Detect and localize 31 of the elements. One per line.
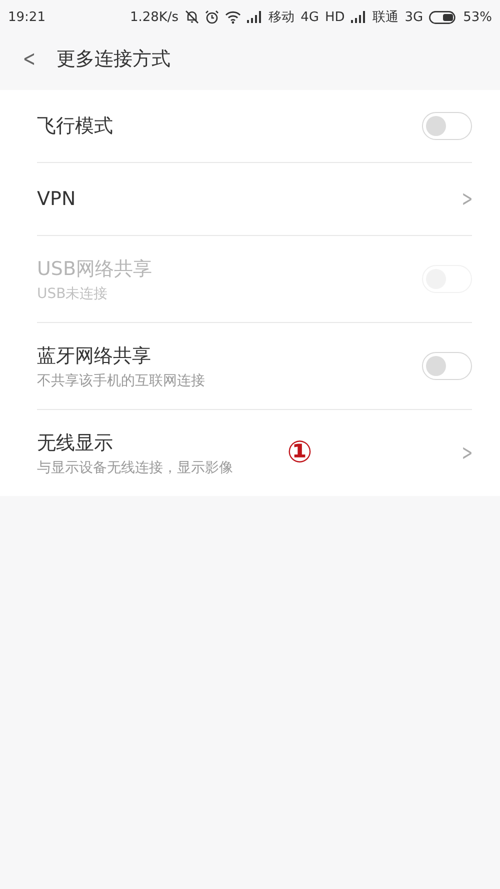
bell-off-icon: [184, 10, 199, 24]
carrier-name: 联通: [372, 9, 399, 26]
setting-subtitle: 不共享该手机的互联网连接: [37, 372, 205, 390]
signal-icon: [246, 11, 263, 23]
battery-icon: [429, 10, 458, 24]
settings-row[interactable]: VPN >: [37, 163, 472, 236]
alarm-clock-icon: [204, 10, 219, 24]
setting-subtitle: USB未连接: [37, 284, 108, 302]
chevron-icon: >: [461, 186, 472, 212]
network-type: 4G: [300, 10, 319, 24]
toggle-switch[interactable]: [422, 352, 472, 380]
setting-title: 飞行模式: [37, 114, 113, 139]
back-button[interactable]: <: [22, 46, 36, 72]
status-time: 19:21: [8, 10, 46, 24]
page-title: 更多连接方式: [56, 47, 170, 72]
setting-title: USB网络共享: [37, 256, 152, 282]
settings-row[interactable]: 无线显示 与显示设备无线连接，显示影像 ① >: [37, 410, 472, 496]
hd-label: HD: [324, 10, 345, 24]
battery-percent: 53%: [463, 10, 492, 24]
chevron-icon: >: [461, 440, 472, 466]
network-type: 3G: [404, 10, 424, 24]
wifi-icon: [224, 10, 241, 24]
step-marker: ①: [287, 438, 312, 468]
setting-title: 无线显示: [37, 430, 113, 456]
toggle-switch[interactable]: [422, 112, 472, 140]
setting-subtitle: 与显示设备无线连接，显示影像: [37, 458, 233, 476]
carrier-name: 移动: [268, 9, 295, 26]
setting-title: VPN: [37, 188, 76, 210]
network-speed: 1.28K/s: [130, 10, 179, 24]
signal-icon: [350, 11, 367, 23]
setting-title: 蓝牙网络共享: [37, 344, 151, 368]
